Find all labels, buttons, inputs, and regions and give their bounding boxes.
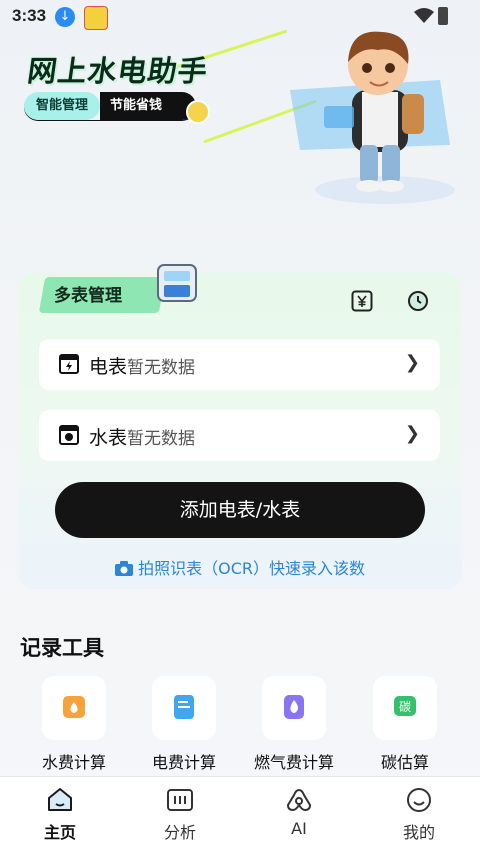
electric-bill-icon	[174, 695, 194, 719]
hero-banner: 网上水电助手 智能管理 节能省钱	[0, 0, 480, 260]
electric-meter-row[interactable]: 电表暂无数据 ❯	[39, 339, 440, 390]
tab-home[interactable]: 主页	[20, 787, 100, 843]
hero-tag-smart: 智能管理	[24, 92, 101, 120]
hero-tag-save: 节能省钱	[100, 92, 197, 120]
mascot-illustration	[290, 31, 455, 204]
carbon-tool[interactable]: 碳 碳估算	[357, 676, 453, 773]
hero-tags: 智能管理 节能省钱	[24, 92, 197, 120]
chevron-right-icon: ❯	[404, 352, 420, 373]
add-meter-button[interactable]: 添加电表/水表	[55, 482, 425, 538]
chevron-right-icon: ❯	[404, 423, 420, 444]
water-meter-row-status: 暂无数据	[127, 429, 196, 449]
water-bill-icon	[63, 696, 85, 718]
ocr-link-label: 拍照识表（OCR）快速录入该数	[138, 559, 365, 578]
electric-meter-icon	[157, 264, 197, 302]
tab-profile-label: 我的	[402, 823, 435, 842]
clock-icon	[408, 291, 428, 311]
record-tools-title: 记录工具	[20, 636, 104, 660]
electric-bill-tile	[152, 676, 216, 740]
water-meter-row-icon	[59, 425, 79, 445]
meter-management-badge: 多表管理	[32, 264, 208, 317]
carbon-label: 碳估算	[380, 753, 429, 772]
ai-icon	[286, 788, 312, 812]
water-bill-label: 水费计算	[41, 753, 106, 772]
gas-bill-tool[interactable]: 燃气费计算	[246, 676, 342, 773]
water-meter-row-title: 水表暂无数据	[89, 427, 196, 449]
app-title: 网上水电助手	[25, 54, 211, 88]
bottom-tab-bar: 主页 分析 AI 我的	[0, 776, 480, 854]
water-meter-row[interactable]: 水表暂无数据 ❯	[39, 410, 440, 461]
tab-ai-label: AI	[291, 819, 307, 838]
gas-bill-tile	[262, 676, 326, 740]
gas-bill-label: 燃气费计算	[253, 753, 334, 772]
electric-meter-row-title: 电表暂无数据	[89, 356, 196, 378]
electric-bill-tool[interactable]: 电费计算	[136, 676, 232, 773]
history-button[interactable]	[407, 290, 429, 312]
home-icon	[48, 788, 72, 811]
yuan-bill-button[interactable]	[351, 290, 373, 312]
carbon-icon: 碳	[394, 696, 416, 716]
yuan-icon	[351, 290, 373, 312]
coin-icon	[186, 100, 210, 124]
electric-meter-row-status: 暂无数据	[127, 358, 196, 378]
analysis-icon	[167, 789, 193, 811]
electric-bill-label: 电费计算	[151, 753, 216, 772]
tab-profile[interactable]: 我的	[379, 787, 459, 843]
carbon-glyph: 碳	[399, 700, 411, 714]
ocr-quick-entry-link[interactable]: 拍照识表（OCR）快速录入该数	[18, 555, 462, 579]
water-bill-tile	[42, 676, 106, 740]
meter-management-title: 多表管理	[54, 286, 122, 306]
gas-bill-icon	[284, 695, 304, 719]
water-bill-tool[interactable]: 水费计算	[26, 676, 122, 773]
tab-analysis[interactable]: 分析	[140, 787, 220, 843]
carbon-tile: 碳	[373, 676, 437, 740]
profile-icon	[407, 788, 431, 812]
camera-icon	[115, 561, 133, 576]
tab-ai[interactable]: AI	[259, 787, 339, 838]
tab-home-label: 主页	[43, 823, 76, 842]
tab-analysis-label: 分析	[163, 823, 196, 842]
electric-meter-row-icon	[59, 354, 79, 374]
meter-management-card: 多表管理 电表暂无数据 ❯ 水表暂无数据 ❯ 添加电表/水表 拍照识表（OCR）…	[18, 264, 462, 589]
